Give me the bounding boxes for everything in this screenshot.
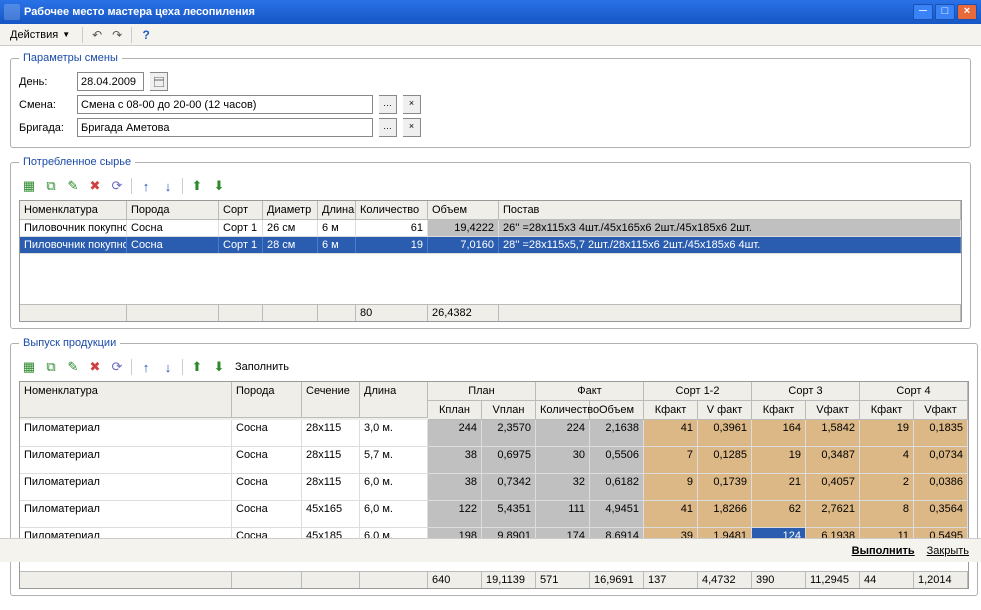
copy-row-icon[interactable]: ⧉ bbox=[41, 176, 61, 196]
col-subheader[interactable]: Кфакт bbox=[860, 401, 914, 420]
menubar: Действия▼ ↶ ↷ ? bbox=[0, 24, 981, 46]
shift-clear-button[interactable]: × bbox=[403, 95, 421, 114]
table-row[interactable]: ПиломатериалСосна28x1155,7 м.380,6975300… bbox=[20, 447, 968, 474]
move-down-icon[interactable]: ↓ bbox=[158, 176, 178, 196]
sort-desc-icon[interactable]: ⬇ bbox=[209, 176, 229, 196]
shift-label: Смена: bbox=[19, 99, 71, 111]
window-title: Рабочее место мастера цеха лесопиления bbox=[24, 6, 913, 18]
output-toolbar: ▦ ⧉ ✎ ✖ ⟳ ↑ ↓ ⬆ ⬇ Заполнить bbox=[19, 357, 969, 377]
col-header[interactable]: План bbox=[428, 382, 536, 401]
delete-row-icon[interactable]: ✖ bbox=[85, 357, 105, 377]
day-label: День: bbox=[19, 76, 71, 88]
col-subheader[interactable]: Vфакт bbox=[914, 401, 968, 420]
sort-desc-icon[interactable]: ⬇ bbox=[209, 357, 229, 377]
col-subheader[interactable]: Кфакт bbox=[752, 401, 806, 420]
brigade-label: Бригада: bbox=[19, 122, 71, 134]
output-legend: Выпуск продукции bbox=[19, 337, 120, 349]
table-row[interactable]: Пиловочник покупной Сосна Сорт 1 26 см 6… bbox=[20, 220, 961, 237]
refresh-icon[interactable]: ⟳ bbox=[107, 176, 127, 196]
help-icon[interactable]: ? bbox=[138, 27, 154, 43]
col-header[interactable]: Постав bbox=[499, 201, 961, 219]
add-row-icon[interactable]: ▦ bbox=[19, 357, 39, 377]
col-header[interactable]: Диаметр bbox=[263, 201, 318, 219]
col-header[interactable]: Длина bbox=[318, 201, 356, 219]
col-subheader[interactable]: V факт bbox=[698, 401, 752, 420]
foot-vol: 26,4382 bbox=[428, 305, 499, 321]
col-header[interactable]: Сечение bbox=[302, 382, 360, 418]
copy-row-icon[interactable]: ⧉ bbox=[41, 357, 61, 377]
shift-params-group: Параметры смены День: Смена: … × Бригада… bbox=[10, 52, 971, 148]
col-header[interactable]: Порода bbox=[232, 382, 302, 418]
close-button[interactable]: × bbox=[957, 4, 977, 20]
foot-qty: 80 bbox=[356, 305, 428, 321]
col-subheader[interactable]: Количество bbox=[536, 401, 590, 420]
bottom-bar: Выполнить Закрыть bbox=[0, 538, 981, 562]
col-header[interactable]: Порода bbox=[127, 201, 219, 219]
add-row-icon[interactable]: ▦ bbox=[19, 176, 39, 196]
execute-button[interactable]: Выполнить bbox=[852, 545, 915, 557]
brigade-clear-button[interactable]: × bbox=[403, 118, 421, 137]
col-header[interactable]: Сорт 1-2 bbox=[644, 382, 752, 401]
move-up-icon[interactable]: ↑ bbox=[136, 357, 156, 377]
edit-row-icon[interactable]: ✎ bbox=[63, 357, 83, 377]
col-header[interactable]: Факт bbox=[536, 382, 644, 401]
col-subheader[interactable]: Vфакт bbox=[806, 401, 860, 420]
calendar-button[interactable] bbox=[150, 72, 168, 91]
day-field[interactable] bbox=[77, 72, 144, 91]
col-header[interactable]: Сорт 3 bbox=[752, 382, 860, 401]
shift-params-legend: Параметры смены bbox=[19, 52, 122, 64]
delete-row-icon[interactable]: ✖ bbox=[85, 176, 105, 196]
col-header[interactable]: Номенклатура bbox=[20, 201, 127, 219]
move-down-icon[interactable]: ↓ bbox=[158, 357, 178, 377]
titlebar: Рабочее место мастера цеха лесопиления ─… bbox=[0, 0, 981, 24]
edit-row-icon[interactable]: ✎ bbox=[63, 176, 83, 196]
move-up-icon[interactable]: ↑ bbox=[136, 176, 156, 196]
col-header[interactable]: Номенклатура bbox=[20, 382, 232, 418]
redo-icon[interactable]: ↷ bbox=[109, 27, 125, 43]
col-subheader[interactable]: Кплан bbox=[428, 401, 482, 420]
app-icon bbox=[4, 4, 20, 20]
col-header[interactable]: Количество bbox=[356, 201, 428, 219]
refresh-icon[interactable]: ⟳ bbox=[107, 357, 127, 377]
maximize-button[interactable]: □ bbox=[935, 4, 955, 20]
consumed-toolbar: ▦ ⧉ ✎ ✖ ⟳ ↑ ↓ ⬆ ⬇ bbox=[19, 176, 962, 196]
close-link[interactable]: Закрыть bbox=[927, 545, 969, 557]
col-header[interactable]: Длина bbox=[360, 382, 428, 418]
brigade-field[interactable] bbox=[77, 118, 373, 137]
col-subheader[interactable]: Vплан bbox=[482, 401, 536, 420]
sort-asc-icon[interactable]: ⬆ bbox=[187, 357, 207, 377]
table-row[interactable]: ПиломатериалСосна45x1656,0 м.1225,435111… bbox=[20, 501, 968, 528]
brigade-select-button[interactable]: … bbox=[379, 118, 397, 137]
shift-field[interactable] bbox=[77, 95, 373, 114]
col-subheader[interactable]: Объем bbox=[590, 401, 644, 420]
consumed-grid[interactable]: Номенклатура Порода Сорт Диаметр Длина К… bbox=[19, 200, 962, 322]
fill-button[interactable]: Заполнить bbox=[231, 359, 293, 375]
col-header[interactable]: Сорт 4 bbox=[860, 382, 968, 401]
sort-asc-icon[interactable]: ⬆ bbox=[187, 176, 207, 196]
table-row[interactable]: Пиловочник покупной Сосна Сорт 1 28 см 6… bbox=[20, 237, 961, 254]
col-header[interactable]: Объем bbox=[428, 201, 499, 219]
consumed-group: Потребленное сырье ▦ ⧉ ✎ ✖ ⟳ ↑ ↓ ⬆ ⬇ Ном… bbox=[10, 156, 971, 329]
table-row[interactable]: ПиломатериалСосна28x1156,0 м.380,7342320… bbox=[20, 474, 968, 501]
actions-menu[interactable]: Действия▼ bbox=[4, 27, 76, 43]
table-row[interactable]: ПиломатериалСосна28x1153,0 м.2442,357022… bbox=[20, 420, 968, 447]
consumed-legend: Потребленное сырье bbox=[19, 156, 135, 168]
undo-icon[interactable]: ↶ bbox=[89, 27, 105, 43]
shift-select-button[interactable]: … bbox=[379, 95, 397, 114]
col-subheader[interactable]: Кфакт bbox=[644, 401, 698, 420]
col-header[interactable]: Сорт bbox=[219, 201, 263, 219]
minimize-button[interactable]: ─ bbox=[913, 4, 933, 20]
